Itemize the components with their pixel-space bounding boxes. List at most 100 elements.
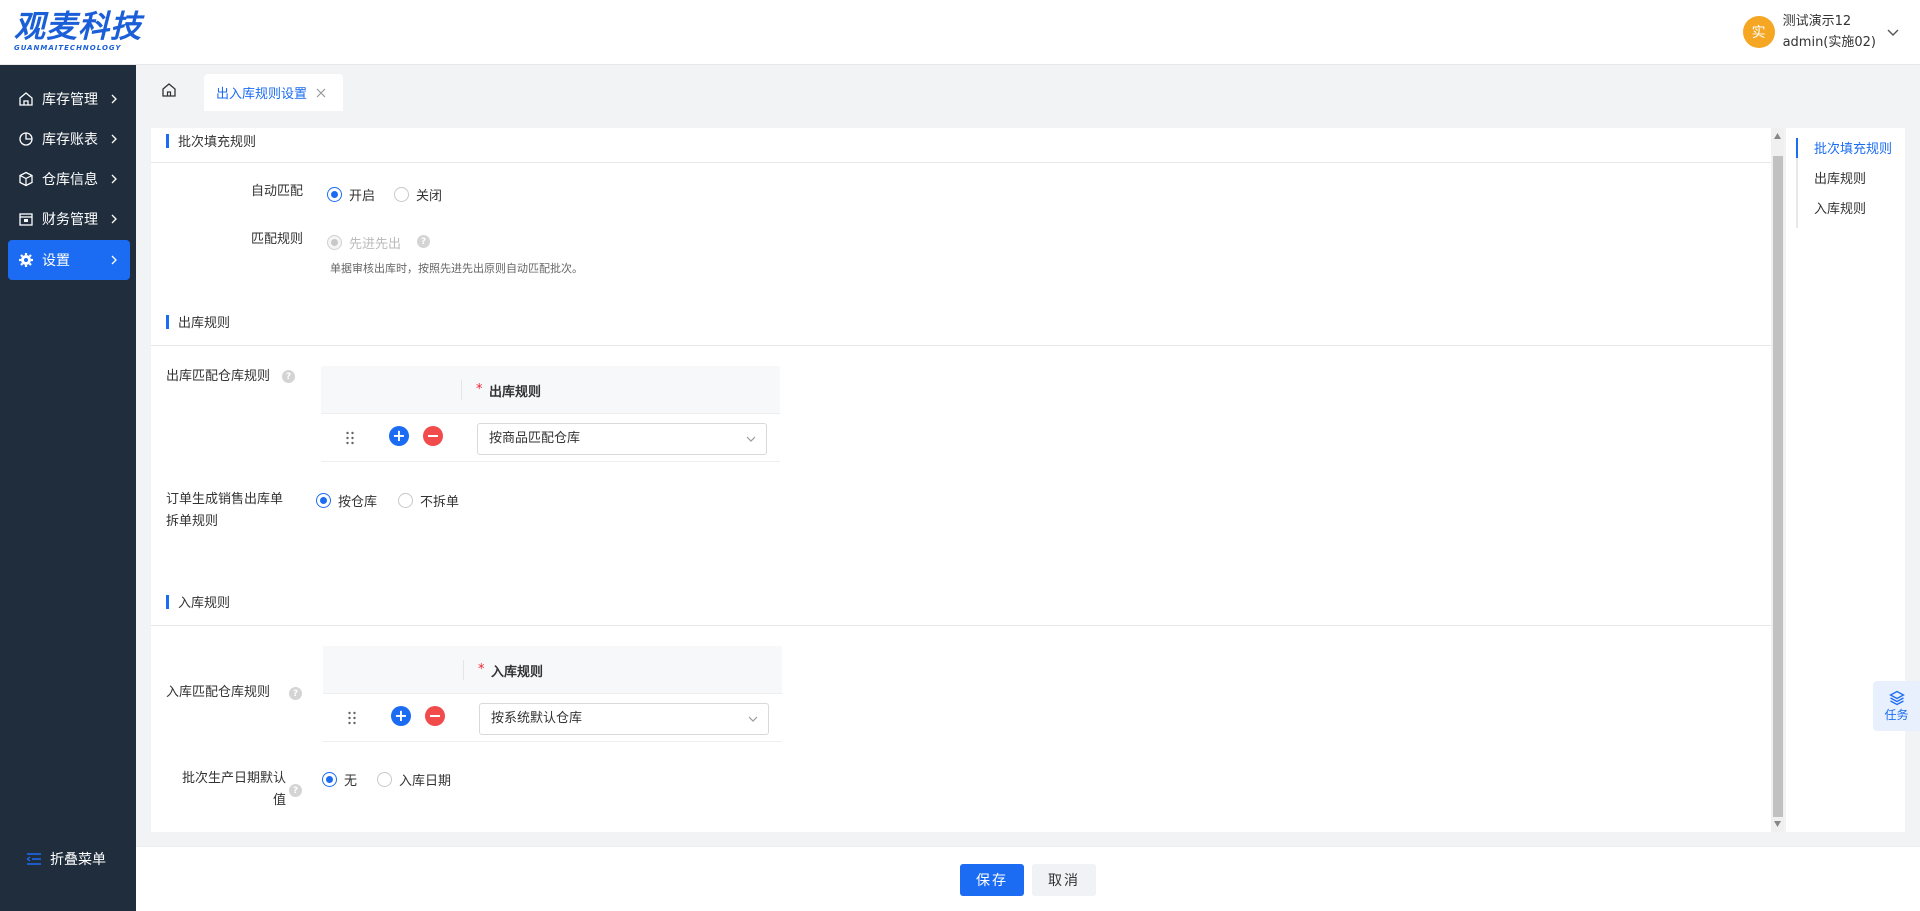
radio-label: 开启: [349, 189, 376, 204]
sidebar: 库存管理 库存账表 仓库信息 财务管理 设置 折叠菜单: [0, 65, 136, 911]
radio-label: 入库日期: [399, 774, 452, 789]
sidebar-item-label: 财务管理: [42, 212, 98, 228]
radio-dot: [377, 772, 392, 787]
divider: [151, 345, 1771, 346]
outbound-rule-select[interactable]: 按商品匹配仓库: [477, 423, 767, 455]
scroll-down-icon[interactable]: [1774, 821, 1781, 827]
help-icon[interactable]: ?: [417, 235, 430, 248]
required-mark: *: [478, 662, 485, 677]
no-split-radio[interactable]: 不拆单: [398, 491, 459, 510]
split-rule-label-line2: 拆单规则: [166, 514, 219, 529]
tab-bar: 出入库规则设置: [136, 65, 1920, 111]
cube-icon: [19, 171, 33, 187]
inbound-rule-select[interactable]: 按系统默认仓库: [479, 703, 769, 735]
anchor-link-outbound[interactable]: 出库规则: [1814, 168, 1866, 187]
remove-row-button[interactable]: [423, 426, 443, 446]
help-icon[interactable]: ?: [289, 784, 302, 797]
radio-label: 无: [344, 774, 358, 789]
date-none-radio[interactable]: 无: [322, 770, 357, 789]
chevron-right-icon: [111, 134, 117, 144]
radio-dot: [322, 772, 337, 787]
radio-dot: [327, 187, 342, 202]
divider: [151, 625, 1771, 626]
radio-label: 关闭: [416, 189, 443, 204]
collapse-menu-icon: [26, 853, 41, 865]
required-mark: *: [476, 382, 483, 397]
top-header: 观麦科技 GUANMAITECHNOLOGY 实 测试演示12 admin(实施…: [0, 0, 1920, 65]
column-separator: [461, 380, 462, 400]
radio-label: 不拆单: [420, 495, 460, 510]
minus-icon: [428, 435, 438, 437]
drag-handle-icon[interactable]: [345, 430, 355, 446]
radio-label: 按仓库: [338, 495, 378, 510]
sidebar-item-inventory-report[interactable]: 库存账表: [8, 119, 130, 159]
drag-handle-icon[interactable]: [347, 710, 357, 726]
add-row-button[interactable]: +: [391, 706, 411, 726]
date-default-label: 批次生产日期默认 值: [166, 768, 286, 812]
anchor-link-inbound[interactable]: 入库规则: [1814, 198, 1866, 217]
date-inbound-radio[interactable]: 入库日期: [377, 770, 451, 789]
pie-chart-icon: [19, 132, 33, 146]
vertical-scrollbar[interactable]: [1771, 128, 1784, 832]
chevron-down-icon[interactable]: [1886, 25, 1900, 39]
select-value: 按商品匹配仓库: [489, 431, 581, 446]
outbound-rule-table: * 出库规则 + 按商品匹配仓库: [321, 366, 780, 462]
close-icon[interactable]: [315, 87, 327, 99]
split-by-warehouse-radio[interactable]: 按仓库: [316, 491, 377, 510]
radio-dot: [394, 187, 409, 202]
user-menu[interactable]: 实 测试演示12 admin(实施02): [1742, 12, 1900, 52]
chevron-right-icon: [111, 255, 117, 265]
collapse-menu-button[interactable]: 折叠菜单: [26, 849, 106, 869]
scrollbar-thumb[interactable]: [1773, 156, 1783, 817]
rules-form-panel: 批次填充规则 自动匹配 开启 关闭 匹配规则 先进先出 ? 单据审核出库时，按照…: [151, 128, 1771, 832]
avatar: 实: [1742, 16, 1775, 48]
sidebar-item-label: 库存管理: [42, 92, 98, 108]
sidebar-item-settings[interactable]: 设置: [8, 240, 130, 280]
tab-inout-rules[interactable]: 出入库规则设置: [204, 74, 343, 111]
task-button[interactable]: 任务: [1873, 681, 1920, 731]
remove-row-button[interactable]: [425, 706, 445, 726]
save-button[interactable]: 保存: [960, 864, 1024, 896]
date-default-label-line1: 批次生产日期默认: [181, 771, 286, 786]
radio-dot: [327, 235, 342, 250]
chevron-down-icon: [746, 436, 756, 442]
home-icon[interactable]: [158, 79, 180, 101]
sidebar-item-warehouse[interactable]: 仓库信息: [8, 159, 130, 199]
sidebar-item-inventory[interactable]: 库存管理: [8, 79, 130, 119]
help-icon[interactable]: ?: [289, 687, 302, 700]
gear-icon: [19, 253, 33, 267]
inbound-warehouse-rule-label: 入库匹配仓库规则: [166, 685, 271, 700]
user-name: 测试演示12: [1782, 14, 1852, 29]
split-rule-label: 订单生成销售出库单 拆单规则: [166, 489, 283, 533]
collapse-menu-label: 折叠菜单: [50, 852, 106, 868]
cancel-button[interactable]: 取消: [1032, 864, 1096, 896]
column-separator: [463, 660, 464, 680]
sidebar-item-label: 设置: [42, 253, 70, 269]
match-rule-label: 匹配规则: [251, 232, 304, 247]
date-default-label-line2: 值: [272, 793, 286, 808]
logo-subtext: GUANMAITECHNOLOGY: [14, 44, 122, 52]
split-rule-label-line1: 订单生成销售出库单: [166, 492, 284, 507]
home-outline-icon: [19, 92, 33, 106]
anchor-link-batch[interactable]: 批次填充规则: [1814, 138, 1892, 157]
company-logo[interactable]: 观麦科技 GUANMAITECHNOLOGY: [14, 10, 146, 54]
logo-text: 观麦科技: [14, 9, 142, 45]
chevron-right-icon: [111, 214, 117, 224]
user-account: admin(实施02): [1782, 35, 1876, 50]
match-rule-hint: 单据审核出库时，按照先进先出原则自动匹配批次。: [330, 262, 583, 275]
table-header: * 出库规则: [321, 366, 780, 414]
add-row-button[interactable]: +: [389, 426, 409, 446]
sidebar-item-finance[interactable]: 财务管理: [8, 199, 130, 239]
auto-match-off-radio[interactable]: 关闭: [394, 185, 442, 204]
radio-dot: [316, 493, 331, 508]
scroll-up-icon[interactable]: [1774, 133, 1781, 139]
table-row: + 按系统默认仓库: [323, 694, 782, 742]
auto-match-on-radio[interactable]: 开启: [327, 185, 375, 204]
footer-bar: 保存 取消: [136, 846, 1920, 911]
sidebar-item-label: 库存账表: [42, 132, 98, 148]
minus-icon: [430, 715, 440, 717]
fifo-radio[interactable]: 先进先出: [327, 233, 401, 252]
help-icon[interactable]: ?: [282, 370, 295, 383]
outbound-warehouse-rule-label: 出库匹配仓库规则: [166, 369, 271, 384]
radio-label: 先进先出: [349, 237, 402, 252]
